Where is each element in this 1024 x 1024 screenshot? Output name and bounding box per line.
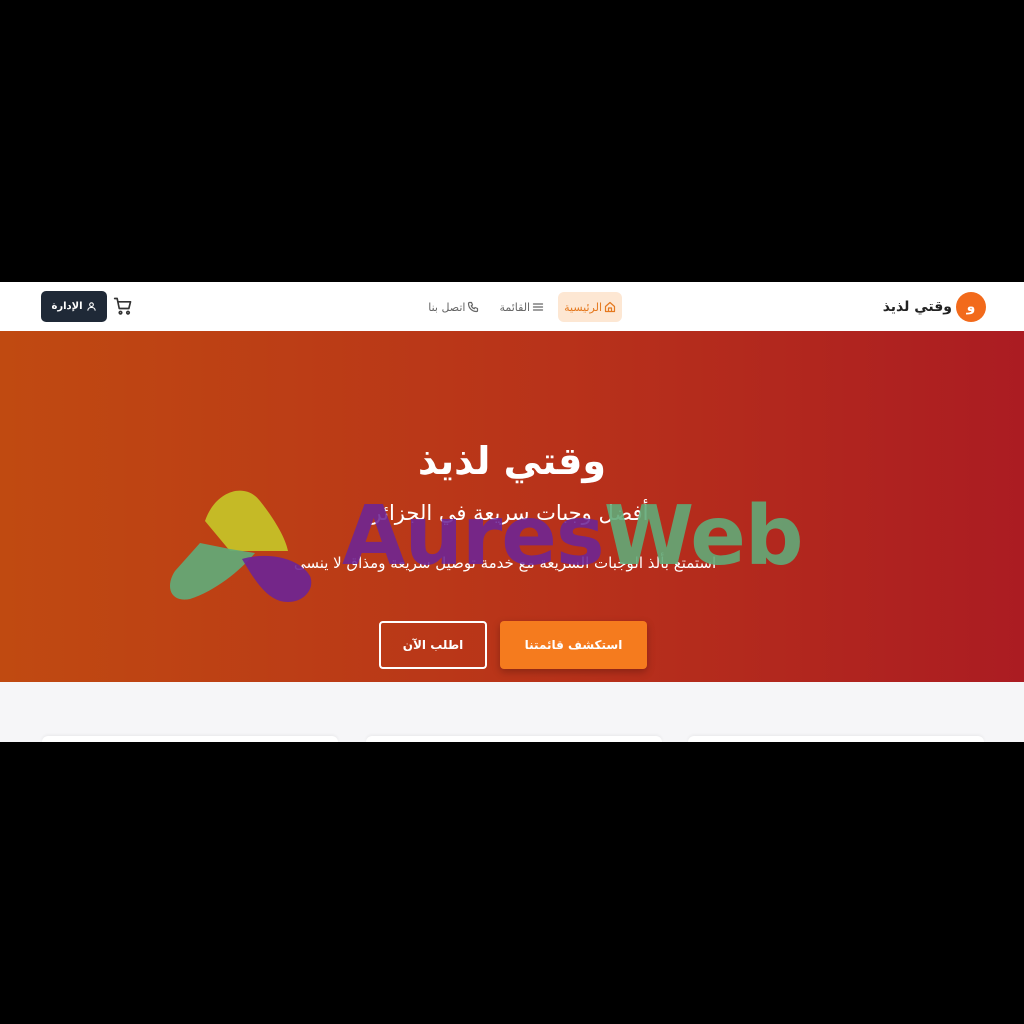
cards-strip	[0, 682, 1024, 742]
card	[42, 736, 338, 742]
hero-section: وقتي لذيذ أفضل وجبات سريعة في الجزائر اس…	[0, 331, 1024, 682]
nav-item-home-label: الرئيسية	[564, 300, 602, 314]
nav-item-contact-label: اتصل بنا	[428, 300, 466, 314]
nav-links: الرئيسية القائمة اتصل بنا	[410, 292, 622, 322]
navbar: و وقتي لذيذ الرئيسية القائمة اتصل بنا ال…	[0, 282, 1024, 332]
website-viewport: و وقتي لذيذ الرئيسية القائمة اتصل بنا ال…	[0, 282, 1024, 742]
hero-subtitle: أفضل وجبات سريعة في الجزائر	[371, 501, 649, 525]
home-icon	[604, 301, 616, 313]
phone-icon	[468, 301, 479, 313]
hero-title: وقتي لذيذ	[417, 439, 607, 483]
nav-item-menu-label: القائمة	[499, 300, 531, 314]
admin-button[interactable]: الإدارة	[41, 291, 107, 322]
user-icon	[86, 302, 96, 311]
card	[366, 736, 662, 742]
watermark-logo	[170, 490, 312, 602]
brand[interactable]: و وقتي لذيذ	[883, 292, 986, 322]
cart-button[interactable]	[113, 296, 133, 316]
hero-description: استمتع بألذ الوجبات السريعة مع خدمة توصي…	[293, 554, 717, 572]
order-now-button[interactable]: اطلب الآن	[379, 621, 487, 669]
nav-item-menu[interactable]: القائمة	[493, 292, 550, 322]
nav-item-home[interactable]: الرئيسية	[558, 292, 622, 322]
menu-icon	[532, 303, 544, 311]
cart-icon	[113, 297, 132, 315]
admin-button-label: الإدارة	[51, 301, 83, 312]
nav-item-contact[interactable]: اتصل بنا	[422, 292, 485, 322]
brand-name: وقتي لذيذ	[882, 299, 952, 315]
brand-logo: و	[956, 292, 986, 322]
card	[688, 736, 984, 742]
explore-menu-button[interactable]: استكشف قائمتنا	[500, 621, 647, 669]
